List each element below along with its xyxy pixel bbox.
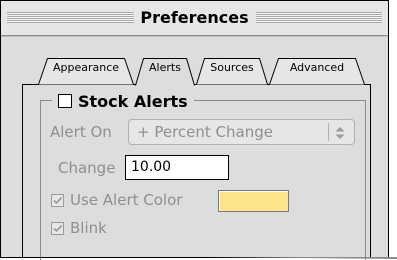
change-input[interactable]: 10.00 [125, 155, 229, 180]
stock-alerts-header: Stock Alerts [52, 90, 194, 112]
alert-on-value: + Percent Change [137, 123, 273, 141]
checkmark-icon [53, 197, 63, 205]
title-divider [1, 36, 388, 37]
title-bar[interactable]: Preferences [1, 1, 388, 36]
window-title: Preferences [133, 7, 256, 29]
up-down-arrows-icon [335, 127, 345, 139]
tab-sources-label: Sources [210, 61, 254, 74]
change-label: Change [58, 159, 116, 177]
blink-label: Blink [70, 219, 107, 237]
select-divider [328, 123, 329, 141]
tab-alerts-label: Alerts [149, 61, 181, 74]
tab-sources[interactable]: Sources [196, 52, 268, 85]
checkmark-icon [53, 225, 63, 233]
blink-checkbox[interactable] [51, 222, 64, 235]
stock-alerts-checkbox[interactable] [58, 94, 72, 108]
alert-on-select[interactable]: + Percent Change [128, 119, 355, 145]
tab-advanced[interactable]: Advanced [269, 52, 365, 85]
stock-alerts-label: Stock Alerts [78, 91, 188, 111]
alert-color-swatch[interactable] [218, 190, 289, 212]
tab-alerts[interactable]: Alerts [135, 52, 195, 86]
use-alert-color-checkbox[interactable] [51, 194, 64, 207]
tab-appearance[interactable]: Appearance [38, 52, 134, 85]
alert-on-label: Alert On [50, 123, 112, 141]
use-alert-color-label: Use Alert Color [70, 191, 183, 209]
tab-advanced-label: Advanced [289, 61, 345, 74]
tab-appearance-label: Appearance [52, 61, 120, 74]
